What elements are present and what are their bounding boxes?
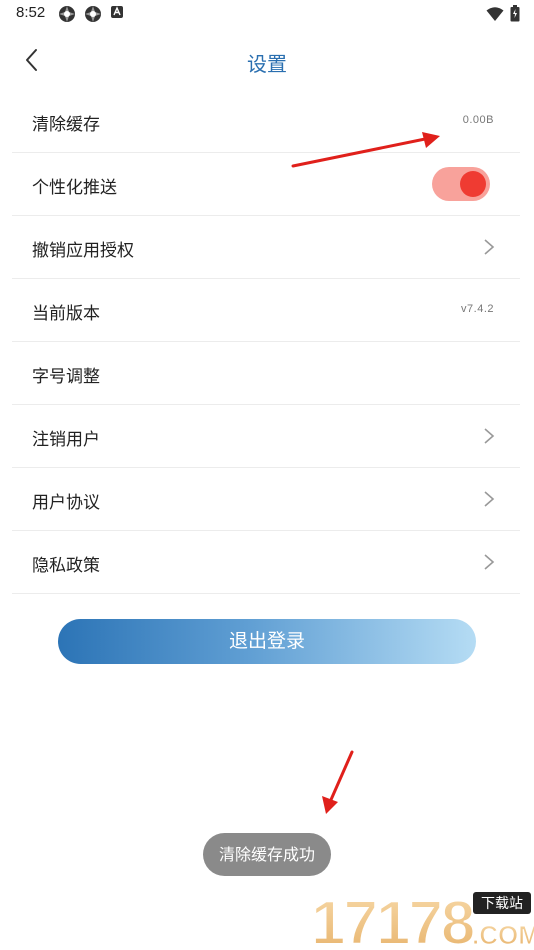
revoke-authorization-row[interactable]: 撤销应用授权 bbox=[12, 216, 520, 279]
app-icon bbox=[85, 6, 101, 22]
watermark-logo: 17178 下载站 .COM bbox=[310, 888, 534, 950]
row-label: 个性化推送 bbox=[32, 178, 117, 198]
current-version-row: 当前版本 v7.4.2 bbox=[12, 279, 520, 342]
chevron-right-icon bbox=[484, 554, 495, 570]
annotation-arrow-icon bbox=[291, 132, 440, 168]
app-icon bbox=[59, 6, 75, 22]
privacy-policy-row[interactable]: 隐私政策 bbox=[12, 531, 520, 594]
notification-icon bbox=[111, 6, 123, 18]
chevron-right-icon bbox=[484, 239, 495, 255]
toggle-knob bbox=[460, 171, 486, 197]
header: 设置 bbox=[0, 40, 534, 80]
toast-message: 清除缓存成功 bbox=[203, 833, 331, 876]
row-label: 字号调整 bbox=[32, 367, 100, 387]
version-value: v7.4.2 bbox=[461, 303, 494, 315]
status-icons-left bbox=[58, 5, 124, 23]
status-time: 8:52 bbox=[16, 4, 46, 21]
logout-button[interactable]: 退出登录 bbox=[58, 619, 476, 664]
status-bar: 8:52 bbox=[0, 0, 534, 30]
annotation-arrow-icon bbox=[322, 750, 354, 814]
svg-text:17178: 17178 bbox=[311, 889, 474, 950]
svg-text:.COM: .COM bbox=[472, 920, 534, 950]
row-label: 注销用户 bbox=[32, 430, 100, 450]
row-label: 隐私政策 bbox=[32, 556, 100, 576]
battery-icon bbox=[510, 5, 520, 22]
chevron-right-icon bbox=[484, 491, 495, 507]
chevron-right-icon bbox=[484, 428, 495, 444]
wifi-icon bbox=[486, 6, 504, 21]
row-label: 当前版本 bbox=[32, 304, 100, 324]
row-label: 清除缓存 bbox=[32, 115, 100, 135]
row-label: 撤销应用授权 bbox=[32, 241, 134, 261]
cache-size-value: 0.00B bbox=[462, 114, 494, 126]
page-title: 设置 bbox=[247, 52, 287, 76]
status-icons-right bbox=[486, 5, 520, 22]
font-size-row[interactable]: 字号调整 bbox=[12, 342, 520, 405]
row-label: 用户协议 bbox=[32, 493, 100, 513]
deregister-user-row[interactable]: 注销用户 bbox=[12, 405, 520, 468]
svg-text:下载站: 下载站 bbox=[481, 896, 523, 912]
user-agreement-row[interactable]: 用户协议 bbox=[12, 468, 520, 531]
